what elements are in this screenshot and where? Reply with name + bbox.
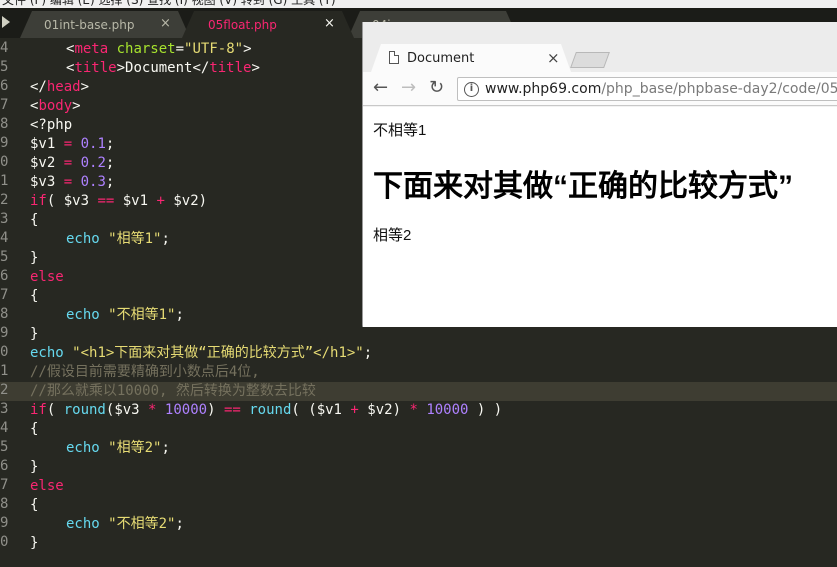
line-number: 6 [0,268,9,284]
code-line: <meta charset="UTF-8"> [66,41,252,57]
output-heading: 下面来对其做“正确的比较方式” [373,170,793,203]
line-number: 7 [0,477,9,493]
menu-bar-text[interactable]: 文件 (F) 编辑 (E) 选择 (S) 查找 (I) 视图 (V) 转到 (G… [2,0,336,8]
code-line: echo "不相等2"; [66,516,184,532]
code-line: } [30,326,39,342]
line-number: 4 [0,230,9,246]
code-line: $v2 = 0.2; [30,155,115,171]
tab-label: 05float.php [208,18,277,32]
line-number: 1 [0,363,9,379]
line-number: 3 [0,211,9,227]
info-icon[interactable]: i [464,82,479,97]
line-number: 4 [0,420,9,436]
browser-window: Document × ← → ↻ i www.php69.com/php_bas… [362,22,837,327]
line-number: 1 [0,173,9,189]
code-line: echo "相等2"; [66,440,170,456]
tab-01int-base[interactable]: 01int-base.php × [20,11,190,38]
line-number: 8 [0,496,9,512]
code-line: } [30,250,39,266]
line-number: 4 [0,40,9,56]
code-line: { [30,212,39,228]
browser-tab-bar: Document × [363,22,837,72]
code-line: <?php [30,117,73,133]
code-line: else [30,269,64,285]
line-number: 3 [0,401,9,417]
browser-tab-title: Document [407,51,475,66]
close-icon[interactable]: × [547,49,560,67]
tab-label: 01int-base.php [44,18,135,32]
code-line: { [30,421,39,437]
menu-bar: 文件 (F) 编辑 (E) 选择 (S) 查找 (I) 视图 (V) 转到 (G… [0,0,837,8]
close-icon[interactable]: × [160,16,171,31]
forward-arrow-icon[interactable]: → [401,77,416,98]
line-number: 6 [0,78,9,94]
output-line-1: 不相等1 [373,122,427,139]
code-line: } [30,535,39,551]
code-line: $v1 = 0.1; [30,136,115,152]
line-number: 2 [0,192,9,208]
code-line: <title>Document</title> [66,60,260,76]
line-number: 9 [0,135,9,151]
output-line-2: 相等2 [373,227,412,244]
back-arrow-icon[interactable]: ← [373,77,388,98]
line-number: 5 [0,59,9,75]
code-line: else [30,478,64,494]
code-line: echo "<h1>下面来对其做“正确的比较方式”</h1>"; [30,345,373,361]
code-line: echo "相等1"; [66,231,170,247]
line-number: 0 [0,154,9,170]
code-line: { [30,497,39,513]
line-number: 8 [0,116,9,132]
line-number: 5 [0,249,9,265]
line-number: 0 [0,344,9,360]
url-text[interactable]: www.php69.com/php_base/phpbase-day2/code… [485,81,837,97]
code-line: //假设目前需要精确到小数点后4位, [30,364,260,380]
document-icon [389,51,399,64]
line-number: 7 [0,97,9,113]
code-line: } [30,459,39,475]
code-line: </head> [30,79,90,95]
line-number: 8 [0,306,9,322]
code-line: echo "不相等1"; [66,307,184,323]
tab-05float[interactable]: 05float.php × [182,11,354,38]
line-number: 9 [0,325,9,341]
address-bar[interactable]: i www.php69.com/php_base/phpbase-day2/co… [457,77,837,101]
page-content: 不相等1 下面来对其做“正确的比较方式” 相等2 [363,107,837,327]
tab-scroll-arrow-icon[interactable] [2,16,10,28]
code-line: //那么就乘以10000, 然后转换为整数去比较 [30,383,316,399]
new-tab-button[interactable] [570,52,610,68]
code-line: $v3 = 0.3; [30,174,115,190]
code-line: <body> [30,98,81,114]
line-number: 9 [0,515,9,531]
line-number: 7 [0,287,9,303]
code-line: { [30,288,39,304]
code-line: if( round($v3 * 10000) == round( ($v1 + … [30,402,503,418]
line-number: 0 [0,534,9,550]
code-line: if( $v3 == $v1 + $v2) [30,193,208,209]
line-number: 6 [0,458,9,474]
close-icon[interactable]: × [324,16,335,31]
reload-icon[interactable]: ↻ [429,77,444,98]
line-number: 5 [0,439,9,455]
line-number: 2 [0,382,9,398]
